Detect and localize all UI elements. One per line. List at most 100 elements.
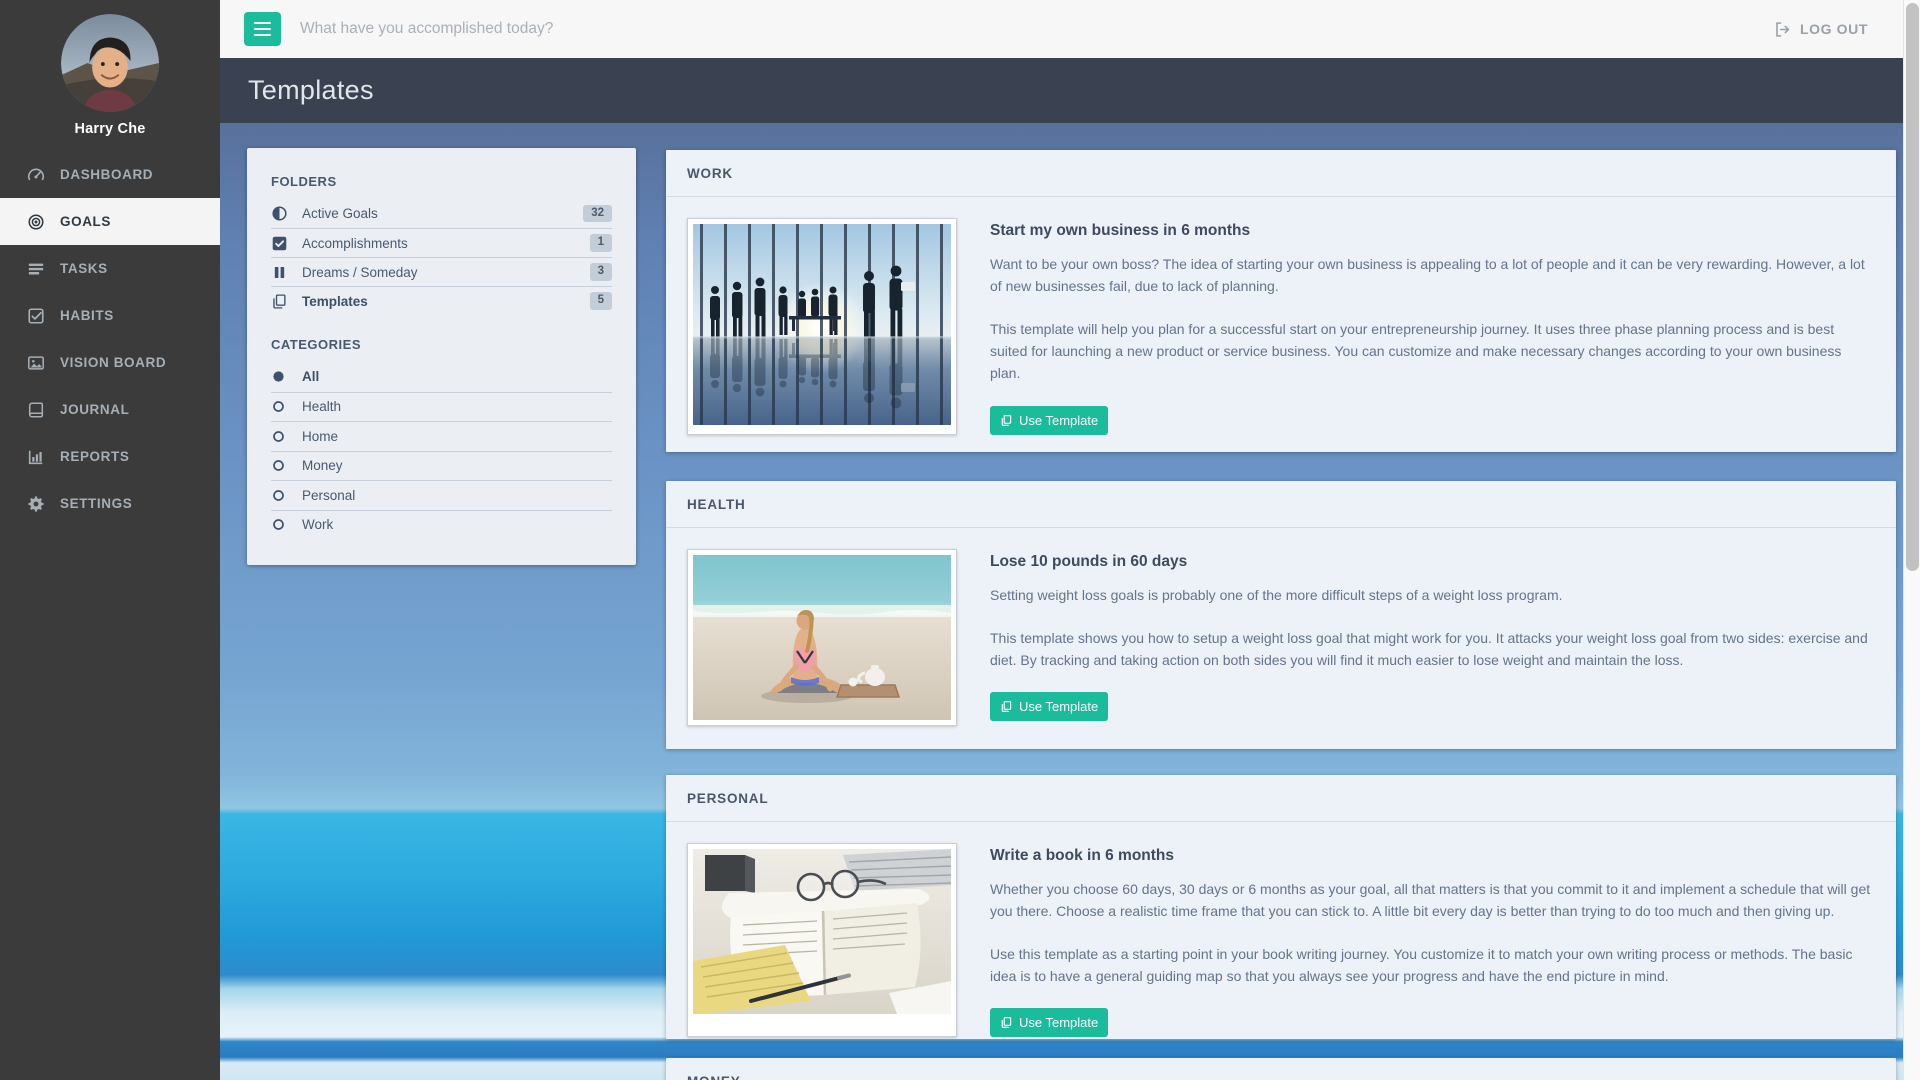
folder-item-dreams-someday[interactable]: Dreams / Someday 3	[271, 257, 612, 286]
use-template-label: Use Template	[1019, 699, 1098, 714]
category-item-all[interactable]: All	[271, 362, 612, 392]
folder-label: Accomplishments	[302, 236, 576, 251]
template-card-personal: PERSONAL	[666, 775, 1896, 1039]
dashboard-icon	[27, 166, 45, 184]
template-description: Setting weight loss goals is probably on…	[990, 584, 1875, 606]
sign-out-icon	[1774, 21, 1791, 38]
folder-item-active-goals[interactable]: Active Goals 32	[271, 199, 612, 228]
sidebar: Harry Che DASHBOARD GOALS TASKS	[0, 0, 220, 1080]
goals-icon	[27, 213, 45, 231]
user-name: Harry Che	[0, 121, 220, 137]
sidebar-item-label: HABITS	[60, 308, 114, 323]
gear-icon	[27, 495, 45, 513]
logout-button[interactable]: LOG OUT	[1774, 21, 1868, 38]
category-label: Money	[302, 458, 343, 473]
folder-label: Templates	[302, 294, 576, 309]
sidebar-item-tasks[interactable]: TASKS	[0, 245, 220, 292]
scrollbar-thumb[interactable]	[1906, 3, 1919, 571]
copy-icon	[271, 293, 288, 310]
sidebar-item-label: GOALS	[60, 214, 111, 229]
folder-item-accomplishments[interactable]: Accomplishments 1	[271, 228, 612, 257]
circle-outline-icon	[271, 399, 286, 414]
circle-outline-icon	[271, 517, 286, 532]
sidebar-item-label: DASHBOARD	[60, 167, 153, 182]
category-item-personal[interactable]: Personal	[271, 480, 612, 510]
page-header-band: Templates	[220, 58, 1920, 123]
folder-item-templates[interactable]: Templates 5	[271, 286, 612, 315]
use-template-label: Use Template	[1019, 413, 1098, 428]
logout-label: LOG OUT	[1800, 21, 1868, 37]
card-category: PERSONAL	[666, 775, 1896, 822]
category-item-health[interactable]: Health	[271, 392, 612, 422]
sidebar-item-label: JOURNAL	[60, 402, 129, 417]
use-template-button[interactable]: Use Template	[990, 406, 1108, 435]
folder-label: Dreams / Someday	[302, 265, 576, 280]
folder-label: Active Goals	[302, 206, 569, 221]
category-item-money[interactable]: Money	[271, 451, 612, 481]
tasks-icon	[27, 260, 45, 278]
avatar[interactable]	[61, 14, 159, 112]
image-icon	[27, 354, 45, 372]
business-meeting-photo	[687, 218, 957, 435]
category-item-home[interactable]: Home	[271, 421, 612, 451]
book-icon	[27, 401, 45, 419]
use-template-button[interactable]: Use Template	[990, 1008, 1108, 1037]
template-card-health: HEALTH	[666, 481, 1896, 749]
sidebar-item-reports[interactable]: REPORTS	[0, 433, 220, 480]
writing-desk-photo	[687, 843, 957, 1037]
folders-heading: FOLDERS	[271, 174, 612, 189]
sidebar-item-settings[interactable]: SETTINGS	[0, 480, 220, 527]
topbar: LOG OUT	[220, 0, 1920, 58]
card-category: HEALTH	[666, 481, 1896, 528]
template-description: This template will help you plan for a s…	[990, 318, 1875, 384]
sidebar-item-habits[interactable]: HABITS	[0, 292, 220, 339]
sidebar-nav: DASHBOARD GOALS TASKS HABITS	[0, 151, 220, 527]
category-label: Personal	[302, 488, 355, 503]
filled-circle-icon	[271, 369, 286, 384]
categories-list: All Health Home	[271, 362, 612, 539]
sidebar-item-dashboard[interactable]: DASHBOARD	[0, 151, 220, 198]
folder-count-badge: 3	[590, 263, 612, 281]
template-description: Want to be your own boss? The idea of st…	[990, 253, 1875, 297]
categories-heading: CATEGORIES	[271, 337, 612, 352]
template-card-money: MONEY	[666, 1058, 1896, 1080]
template-description: Whether you choose 60 days, 30 days or 6…	[990, 878, 1875, 922]
category-label: All	[302, 369, 319, 384]
sidebar-item-journal[interactable]: JOURNAL	[0, 386, 220, 433]
circle-outline-icon	[271, 458, 286, 473]
template-title: Lose 10 pounds in 60 days	[990, 553, 1875, 571]
use-template-label: Use Template	[1019, 1015, 1098, 1030]
category-label: Home	[302, 429, 338, 444]
copy-icon	[1000, 1016, 1013, 1029]
folder-count-badge: 1	[590, 234, 612, 252]
card-category: WORK	[666, 150, 1896, 197]
sidebar-item-vision-board[interactable]: VISION BOARD	[0, 339, 220, 386]
beach-yoga-photo	[687, 549, 957, 726]
vertical-scrollbar[interactable]	[1903, 0, 1920, 1080]
copy-icon	[1000, 700, 1013, 713]
template-description: Use this template as a starting point in…	[990, 943, 1875, 987]
filters-panel: FOLDERS Active Goals 32 Accomplishments …	[247, 148, 636, 565]
template-description: This template shows you how to setup a w…	[990, 627, 1875, 671]
use-template-button[interactable]: Use Template	[990, 692, 1108, 721]
sidebar-item-goals[interactable]: GOALS	[0, 198, 220, 245]
circle-outline-icon	[271, 488, 286, 503]
pause-icon	[271, 264, 288, 281]
category-label: Health	[302, 399, 341, 414]
accomplishment-input[interactable]	[300, 20, 1774, 38]
menu-button[interactable]	[244, 12, 281, 46]
folder-count-badge: 5	[590, 292, 612, 310]
folder-count-badge: 32	[583, 205, 612, 223]
copy-icon	[1000, 414, 1013, 427]
template-title: Start my own business in 6 months	[990, 222, 1875, 240]
sidebar-item-label: VISION BOARD	[60, 355, 166, 370]
template-title: Write a book in 6 months	[990, 847, 1875, 865]
check-square-filled-icon	[271, 235, 288, 252]
category-label: Work	[302, 517, 333, 532]
circle-outline-icon	[271, 429, 286, 444]
adjust-icon	[271, 205, 288, 222]
app-window: Harry Che DASHBOARD GOALS TASKS	[0, 0, 1920, 1080]
sidebar-item-label: SETTINGS	[60, 496, 132, 511]
category-item-work[interactable]: Work	[271, 510, 612, 540]
sidebar-item-label: TASKS	[60, 261, 108, 276]
